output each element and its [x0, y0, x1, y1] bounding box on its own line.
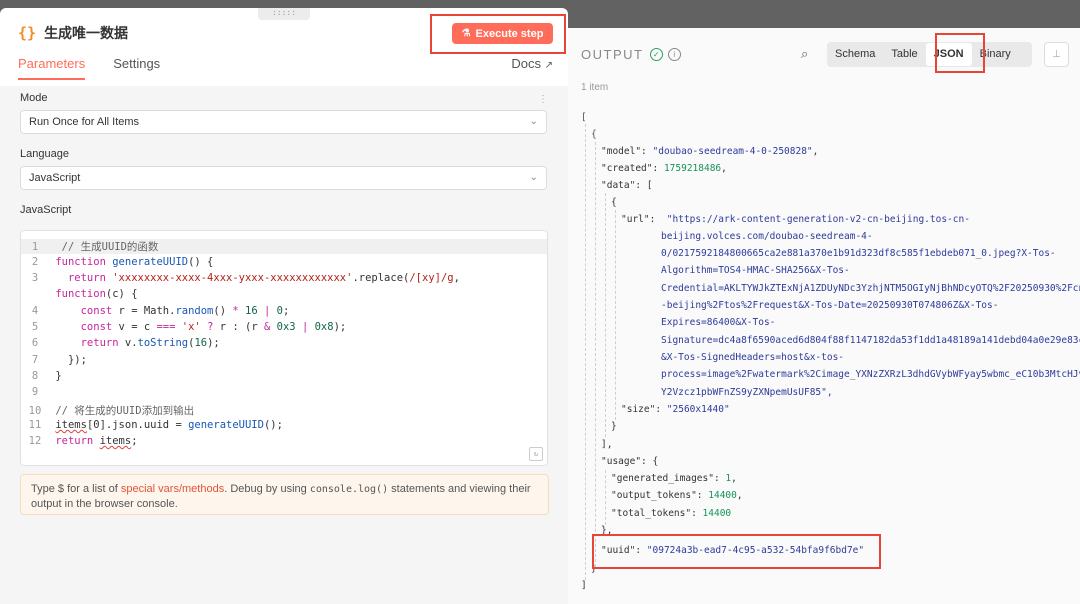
code-line: 12 return items;	[28, 435, 138, 447]
node-title[interactable]: 生成唯一数据	[44, 23, 128, 43]
output-pane: OUTPUT ✓ i ⌕ Schema Table JSON Binary ⊥ …	[568, 0, 1080, 604]
indent-guide	[585, 124, 586, 580]
json-line: },	[601, 525, 613, 536]
code-line: 3 return 'xxxxxxxx-xxxx-4xxx-yxxx-xxxxxx…	[31, 272, 460, 284]
json-line: }	[611, 421, 617, 432]
json-line: ]	[581, 580, 587, 591]
search-icon[interactable]: ⌕	[801, 46, 808, 62]
code-line: 6 return v.toString(16);	[31, 337, 220, 349]
tab-settings[interactable]: Settings	[113, 56, 160, 80]
indent-guide	[595, 142, 596, 567]
json-line: {	[611, 197, 617, 208]
json-line: [	[581, 112, 587, 123]
language-label: Language	[20, 148, 69, 160]
tab-json[interactable]: JSON	[925, 43, 972, 66]
json-line: "total_tokens": 14400	[611, 508, 732, 519]
json-line: {	[591, 129, 597, 140]
fullscreen-icon[interactable]: ↻	[529, 447, 543, 461]
json-line: "model": "doubao-seedream-4-0-250828",	[601, 146, 819, 157]
code-line: 7 });	[31, 354, 87, 366]
mode-select[interactable]: Run Once for All Items ⌄	[20, 110, 547, 134]
code-label: JavaScript	[20, 204, 72, 216]
top-bar	[568, 0, 1080, 28]
execute-step-button[interactable]: ⚗ Execute step	[452, 23, 553, 44]
code-line: function(c) {	[55, 288, 138, 300]
json-line: "created": 1759218486,	[601, 163, 727, 174]
output-title: OUTPUT	[581, 47, 644, 62]
output-header: OUTPUT ✓ i	[581, 47, 682, 62]
tab-binary[interactable]: Binary	[972, 42, 1019, 67]
tab-table[interactable]: Table	[883, 42, 925, 67]
param-tabs: Parameters Settings	[18, 56, 188, 80]
mode-value: Run Once for All Items	[29, 116, 140, 128]
code-line: 1 // 生成UUID的函数	[21, 239, 547, 254]
chevron-down-icon: ⌄	[529, 116, 538, 127]
json-line: "data": [	[601, 180, 653, 191]
json-url-line: &X-Tos-SignedHeaders=host&x-tos-	[661, 352, 845, 363]
code-braces-icon: {}	[18, 24, 37, 42]
json-line: "size": "2560x1440"	[621, 404, 730, 415]
indent-guide	[605, 470, 606, 525]
code-line: 4 const r = Math.random() * 16 | 0;	[31, 305, 290, 317]
flask-icon: ⚗	[461, 28, 471, 39]
execute-step-label: Execute step	[475, 27, 544, 40]
json-line: "uuid": "09724a3b-ead7-4c95-a532-54bfa9f…	[601, 545, 865, 556]
check-circle-icon: ✓	[650, 48, 664, 61]
node-parameters-pane: ::::: {} 生成唯一数据 ⚗ Execute step Parameter…	[0, 8, 568, 604]
code-line: 8 }	[31, 370, 62, 382]
tab-schema[interactable]: Schema	[827, 42, 883, 67]
json-line: "output_tokens": 14400,	[611, 490, 743, 501]
special-vars-link[interactable]: special vars/methods	[121, 483, 224, 495]
code-line: 5 const v = c === 'x' ? r : (r & 0x3 | 0…	[31, 321, 347, 333]
code-line: 9	[31, 386, 39, 398]
code-line: 10 // 将生成的UUID添加到输出	[28, 405, 195, 417]
json-url-line: beijing.volces.com/doubao-seedream-4-	[661, 231, 873, 242]
json-line: ],	[601, 439, 613, 450]
pin-icon[interactable]: ⊥	[1044, 42, 1069, 67]
hint-box: Type $ for a list of special vars/method…	[20, 474, 549, 515]
node-header: {} 生成唯一数据	[18, 23, 128, 43]
info-icon[interactable]: i	[668, 48, 682, 61]
json-url-line: Signature=dc4a8f6590aced6d804f88f1147182…	[661, 335, 1080, 346]
json-line: }	[591, 563, 597, 574]
tab-parameters[interactable]: Parameters	[18, 56, 86, 80]
indent-guide	[605, 193, 606, 437]
external-link-icon: ↗	[544, 60, 553, 71]
json-line: "url": "https://ark-content-generation-v…	[621, 214, 970, 225]
json-line: "generated_images": 1,	[611, 473, 737, 484]
json-url-line: Credential=AKLTYWJkZTExNjA1ZDUyNDc3YzhjN…	[661, 283, 1080, 294]
mode-label: Mode	[20, 92, 48, 104]
more-options-icon[interactable]: ⋮	[538, 94, 548, 105]
code-line: 11 items[0].json.uuid = generateUUID();	[28, 419, 283, 431]
json-url-line: process=image%2Fwatermark%2Cimage_YXNzZX…	[661, 369, 1080, 380]
code-line: 2 function generateUUID() {	[31, 256, 214, 268]
json-url-line: -beijing%2Ftos%2Frequest&X-Tos-Date=2025…	[661, 300, 999, 311]
json-url-line: Algorithm=TOS4-HMAC-SHA256&X-Tos-	[661, 265, 850, 276]
indent-guide	[615, 210, 616, 420]
json-url-line: Y2Vzcz1pbWFnZS9yZXNpemUsUF85",	[661, 387, 833, 398]
view-mode-tabs: Schema Table JSON Binary	[827, 42, 1032, 67]
json-url-line: Expires=86400&X-Tos-	[661, 317, 776, 328]
code-editor[interactable]: 1 // 生成UUID的函数 2 function generateUUID()…	[20, 230, 548, 466]
json-url-line: 0/0217592184800665ca2e881a370e1b91d323df…	[661, 248, 1056, 259]
json-line: "usage": {	[601, 456, 659, 467]
docs-label: Docs	[511, 56, 541, 71]
drag-handle[interactable]: :::::	[258, 8, 310, 20]
docs-link[interactable]: Docs ↗	[511, 56, 553, 71]
chevron-down-icon: ⌄	[529, 172, 538, 183]
item-count: 1 item	[581, 82, 609, 93]
language-select[interactable]: JavaScript ⌄	[20, 166, 547, 190]
language-value: JavaScript	[29, 172, 81, 184]
